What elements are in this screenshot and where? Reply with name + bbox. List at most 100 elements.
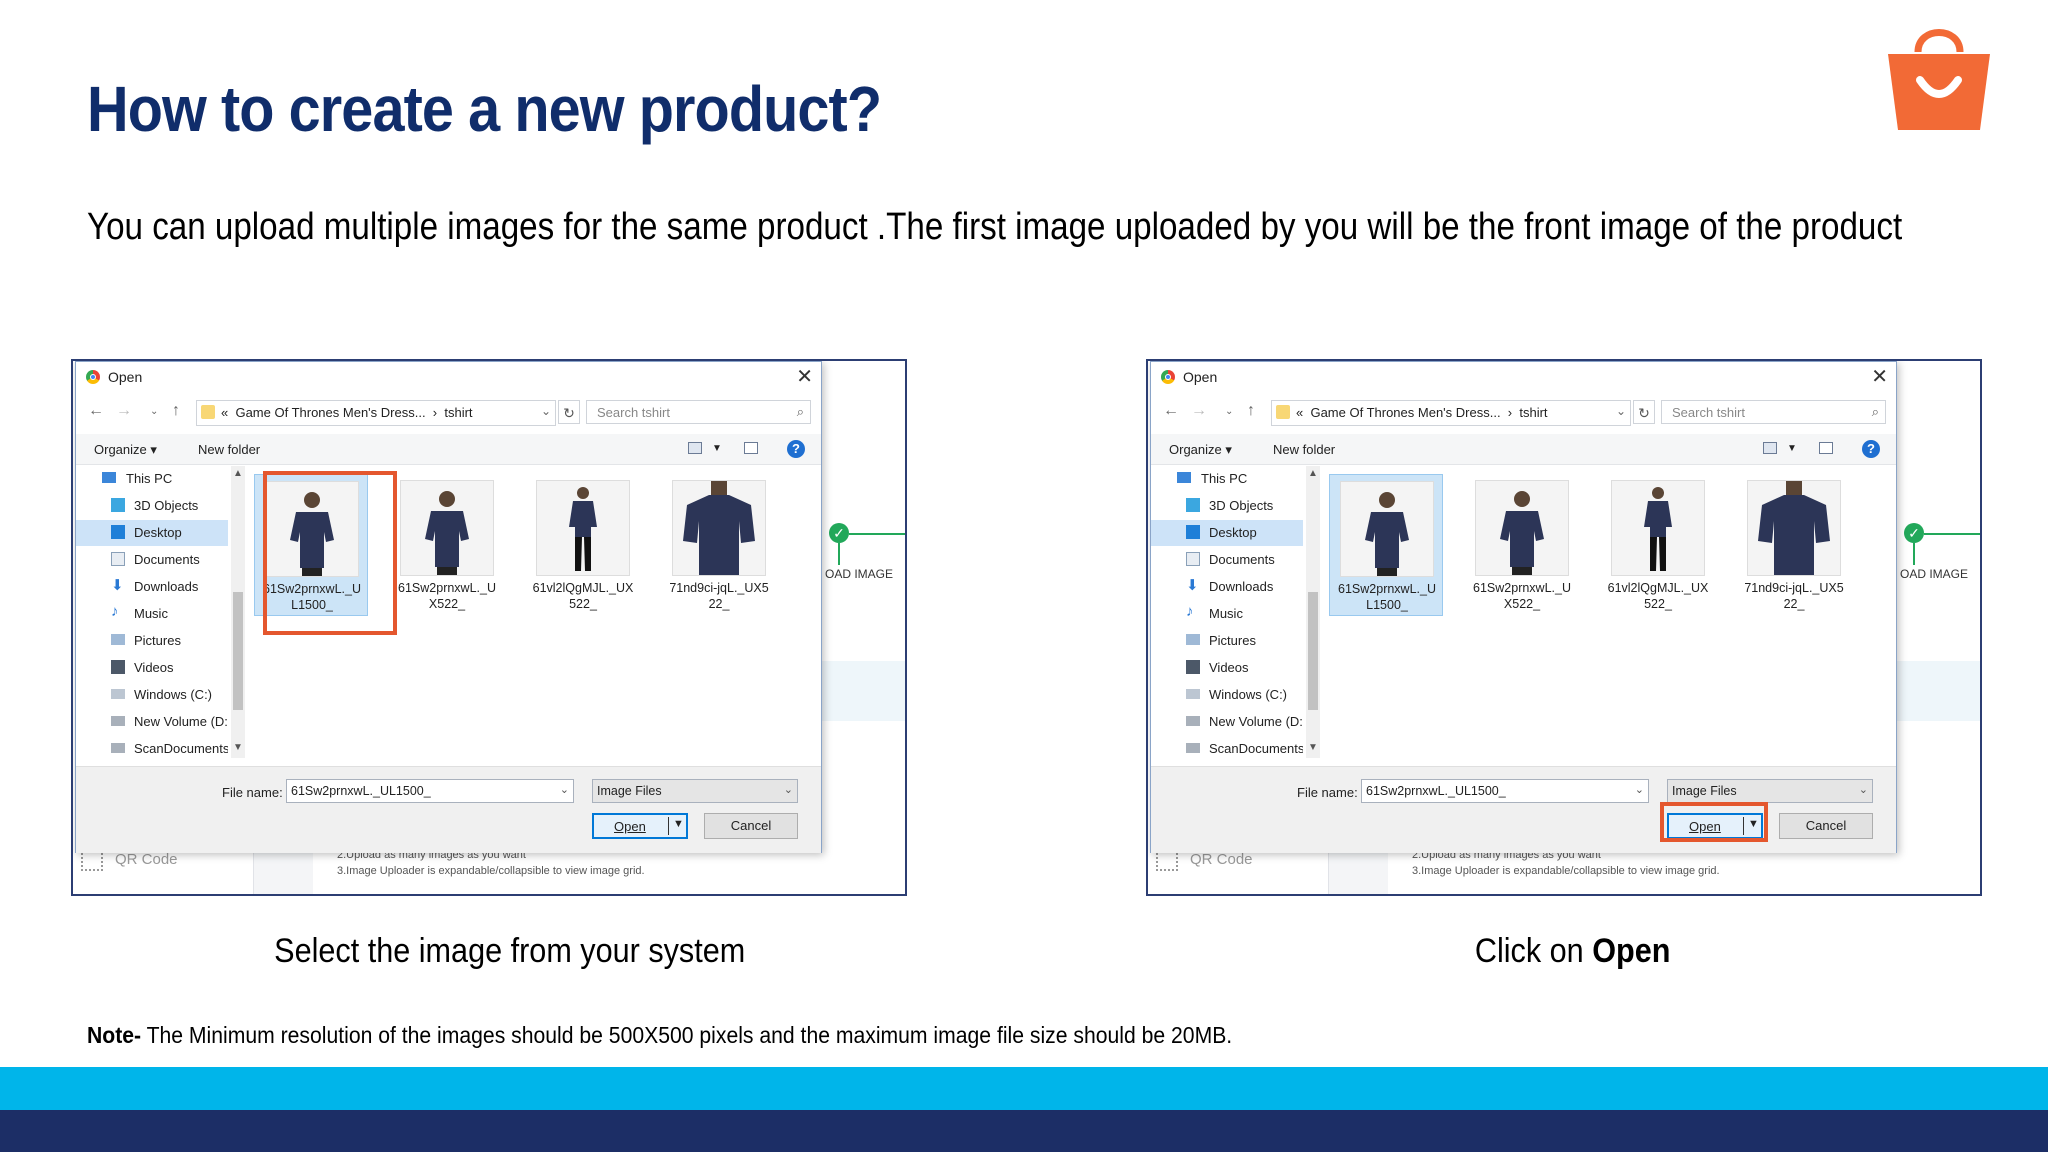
view-dropdown-icon[interactable]: ▼	[712, 443, 722, 454]
help-icon[interactable]: ?	[787, 440, 805, 458]
forward-arrow-icon[interactable]: →	[116, 402, 132, 420]
file-name-label: File name:	[222, 785, 283, 800]
chrome-icon	[86, 370, 100, 384]
address-bar[interactable]: « Game Of Thrones Men's Dress... › tshir…	[196, 400, 556, 426]
file-item[interactable]: 61Sw2prnxwL._U X522_	[390, 474, 504, 616]
recent-chevron-icon[interactable]: ⌄	[150, 406, 158, 417]
document-icon	[111, 552, 125, 566]
file-item[interactable]: 61vl2lQgMJL._UX 522_	[526, 474, 640, 616]
file-item[interactable]: 61vl2lQgMJL._UX 522_	[1601, 474, 1715, 616]
refresh-icon[interactable]: ↻	[1633, 400, 1655, 424]
nav-scandocuments[interactable]: ScanDocuments	[1151, 736, 1303, 762]
nav-music[interactable]: ♪ Music	[76, 601, 228, 627]
preview-pane-icon[interactable]	[744, 442, 758, 454]
refresh-icon[interactable]: ↻	[558, 400, 580, 424]
page-title: How to create a new product?	[87, 73, 882, 145]
nav-downloads[interactable]: ⬇ Downloads	[76, 574, 228, 600]
organize-menu[interactable]: Organize ▾	[1169, 442, 1232, 458]
recent-chevron-icon[interactable]: ⌄	[1225, 406, 1233, 417]
nav-this-pc[interactable]: This PC	[1151, 466, 1303, 492]
organize-menu[interactable]: Organize ▾	[94, 442, 157, 458]
file-name-input[interactable]: 61Sw2prnxwL._UL1500_ ⌄	[1361, 779, 1649, 803]
cancel-button[interactable]: Cancel	[704, 813, 798, 839]
preview-pane-icon[interactable]	[1819, 442, 1833, 454]
footer-band-light	[0, 1067, 2048, 1110]
back-arrow-icon[interactable]: ←	[88, 402, 104, 420]
search-input[interactable]: Search tshirt ⌕	[586, 400, 811, 424]
chevron-down-icon[interactable]: ▼	[1308, 742, 1318, 753]
search-input[interactable]: Search tshirt ⌕	[1661, 400, 1886, 424]
chevron-up-icon[interactable]: ▲	[1308, 468, 1318, 479]
search-icon: ⌕	[796, 404, 804, 419]
music-icon: ♪	[111, 603, 119, 620]
close-icon[interactable]: ✕	[1871, 364, 1888, 389]
chevron-down-icon[interactable]: ⌄	[784, 783, 793, 796]
nav-documents[interactable]: Documents	[1151, 547, 1303, 573]
computer-icon	[102, 472, 116, 483]
help-icon[interactable]: ?	[1862, 440, 1880, 458]
nav-new-volume-d[interactable]: New Volume (D:	[1151, 709, 1303, 735]
file-item[interactable]: 71nd9ci-jqL._UX5 22_	[662, 474, 776, 616]
nav-documents[interactable]: Documents	[76, 547, 228, 573]
drive-icon	[111, 689, 125, 699]
open-dialog: Open ✕ ← → ⌄ ↑ « Game Of Thrones Men's D…	[1150, 361, 1897, 853]
close-icon[interactable]: ✕	[796, 364, 813, 389]
tshirt-thumbnail	[536, 480, 630, 576]
chevron-up-icon[interactable]: ▲	[233, 468, 243, 479]
chevron-down-icon[interactable]: ⌄	[560, 783, 569, 796]
caption-select-image: Select the image from your system	[274, 932, 746, 970]
chevron-down-icon[interactable]: ▼	[233, 742, 243, 753]
file-type-select[interactable]: Image Files ⌄	[592, 779, 798, 803]
nav-new-volume-d[interactable]: New Volume (D:	[76, 709, 228, 735]
chevron-down-icon[interactable]: ⌄	[1859, 783, 1868, 796]
file-item[interactable]: 61Sw2prnxwL._U L1500_	[1329, 474, 1443, 616]
folder-icon	[1276, 405, 1290, 419]
nav-desktop[interactable]: Desktop	[76, 520, 228, 546]
chevron-down-icon[interactable]: ⌄	[541, 404, 551, 418]
nav-videos[interactable]: Videos	[76, 655, 228, 681]
view-dropdown-icon[interactable]: ▼	[1787, 443, 1797, 454]
pictures-icon	[1186, 634, 1200, 645]
forward-arrow-icon[interactable]: →	[1191, 402, 1207, 420]
computer-icon	[1177, 472, 1191, 483]
footer-band-dark	[0, 1110, 2048, 1152]
file-item[interactable]: 71nd9ci-jqL._UX5 22_	[1737, 474, 1851, 616]
nav-downloads[interactable]: ⬇ Downloads	[1151, 574, 1303, 600]
nav-scandocuments[interactable]: ScanDocuments	[76, 736, 228, 762]
new-folder-button[interactable]: New folder	[1273, 442, 1335, 457]
dialog-title: Open	[108, 369, 143, 385]
up-arrow-icon[interactable]: ↑	[172, 402, 180, 420]
file-type-select[interactable]: Image Files ⌄	[1667, 779, 1873, 803]
file-grid: 61Sw2prnxwL._U L1500_ 61Sw2prnxwL._U X522_…	[1329, 474, 1889, 764]
chevron-down-icon[interactable]: ⌄	[1616, 404, 1626, 418]
nav-scrollbar[interactable]: ▲ ▼	[1306, 466, 1320, 758]
drive-icon	[1186, 743, 1200, 753]
nav-videos[interactable]: Videos	[1151, 655, 1303, 681]
back-arrow-icon[interactable]: ←	[1163, 402, 1179, 420]
nav-windows-c[interactable]: Windows (C:)	[76, 682, 228, 708]
nav-pictures[interactable]: Pictures	[76, 628, 228, 654]
address-bar[interactable]: « Game Of Thrones Men's Dress... › tshir…	[1271, 400, 1631, 426]
nav-3d-objects[interactable]: 3D Objects	[76, 493, 228, 519]
pictures-icon	[111, 634, 125, 645]
open-button[interactable]: Open ▼	[592, 813, 688, 839]
view-options-icon[interactable]	[1763, 442, 1777, 454]
view-options-icon[interactable]	[688, 442, 702, 454]
nav-pictures[interactable]: Pictures	[1151, 628, 1303, 654]
dialog-titlebar: Open ✕	[1151, 362, 1896, 392]
nav-music[interactable]: ♪ Music	[1151, 601, 1303, 627]
nav-scrollbar[interactable]: ▲ ▼	[231, 466, 245, 758]
file-name-input[interactable]: 61Sw2prnxwL._UL1500_ ⌄	[286, 779, 574, 803]
cancel-button[interactable]: Cancel	[1779, 813, 1873, 839]
chevron-down-icon[interactable]: ⌄	[1635, 783, 1644, 796]
up-arrow-icon[interactable]: ↑	[1247, 402, 1255, 420]
nav-this-pc[interactable]: This PC	[76, 466, 228, 492]
file-item[interactable]: 61Sw2prnxwL._U X522_	[1465, 474, 1579, 616]
nav-windows-c[interactable]: Windows (C:)	[1151, 682, 1303, 708]
nav-3d-objects[interactable]: 3D Objects	[1151, 493, 1303, 519]
new-folder-button[interactable]: New folder	[198, 442, 260, 457]
tshirt-thumbnail	[672, 480, 766, 576]
nav-desktop[interactable]: Desktop	[1151, 520, 1303, 546]
desktop-icon	[1186, 525, 1200, 539]
shopping-bag-icon	[1888, 29, 1990, 130]
